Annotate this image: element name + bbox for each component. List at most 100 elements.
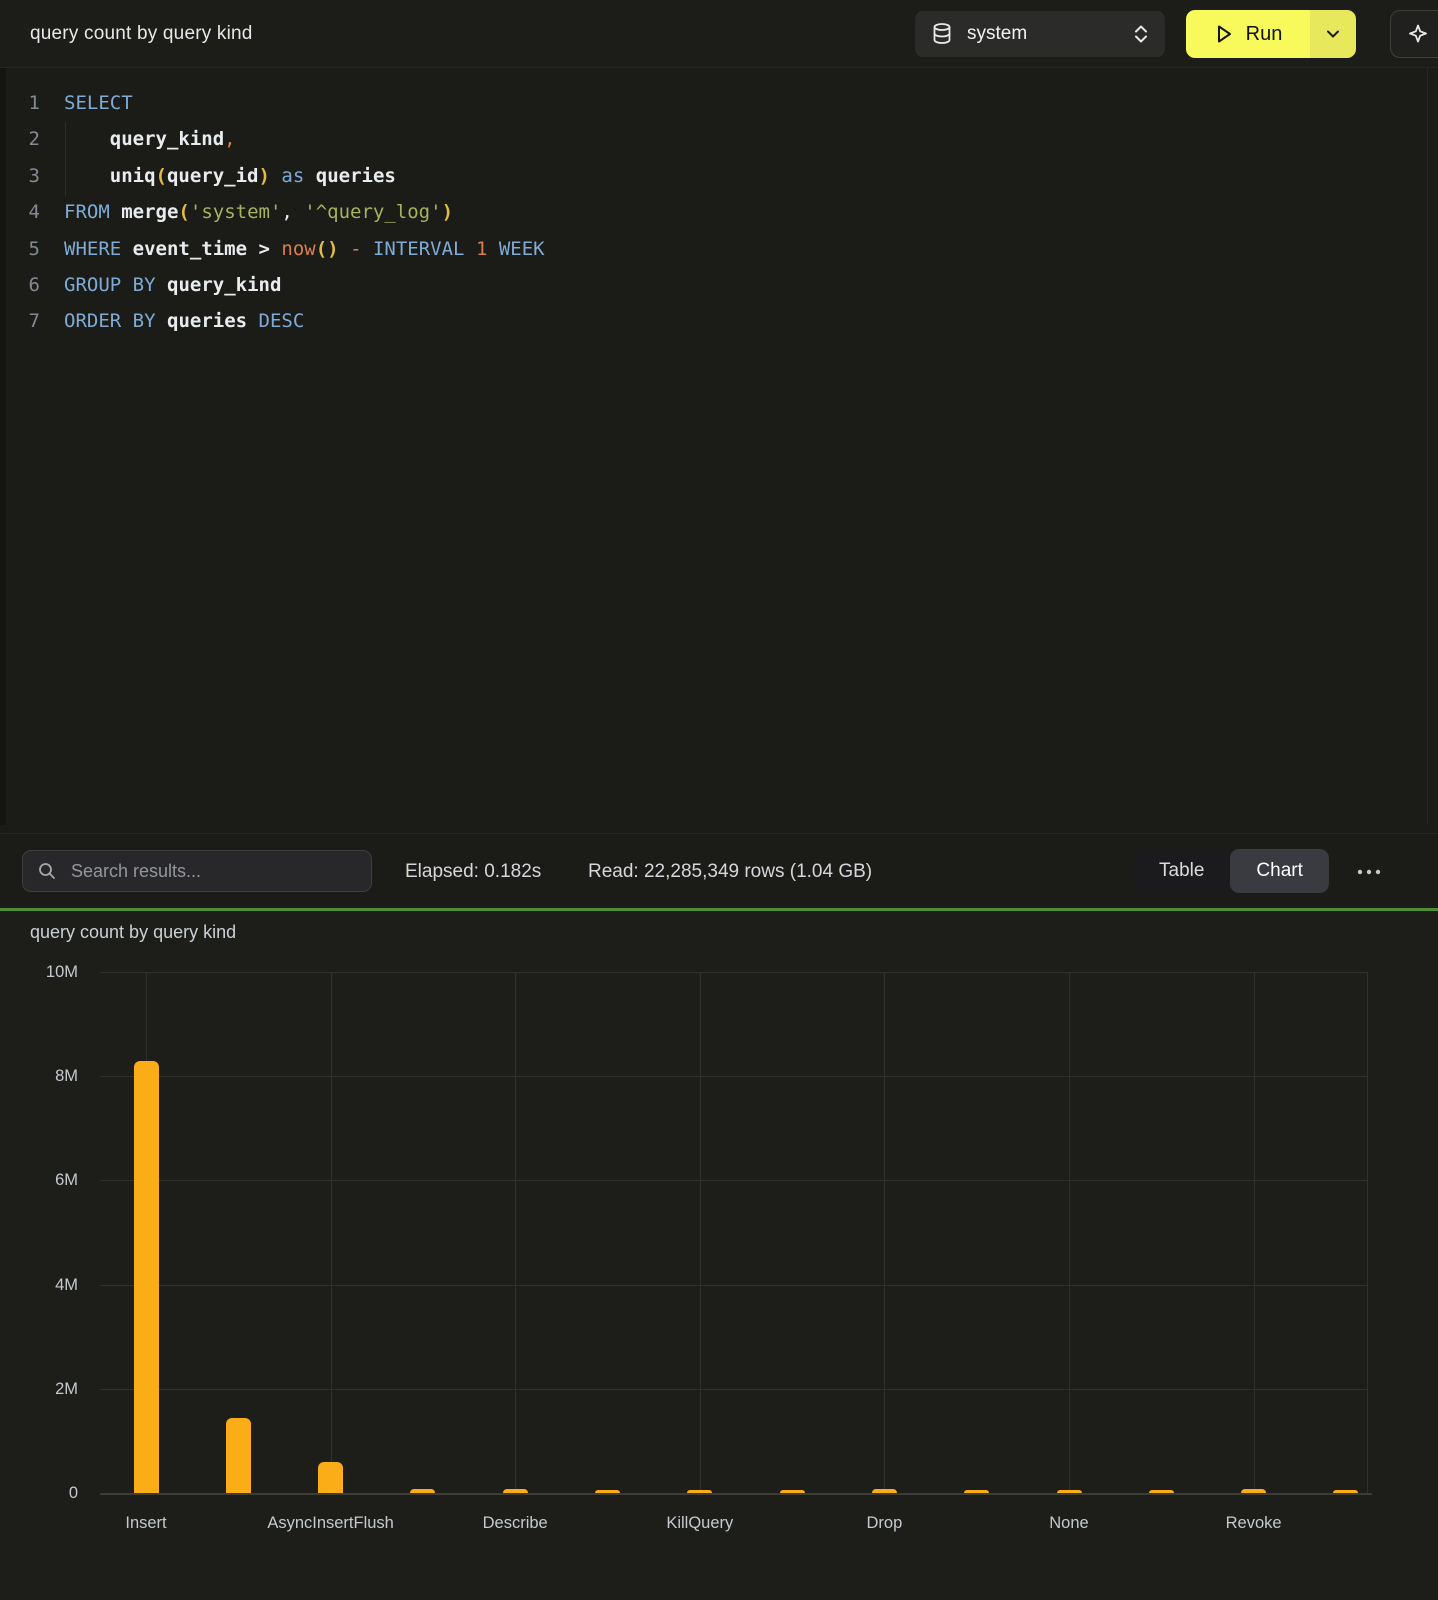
- x-axis-line: [100, 1493, 1372, 1495]
- bar-chart: 02M4M6M8M10MInsertAsyncInsertFlushDescri…: [0, 911, 1438, 1600]
- token-par: (): [316, 238, 339, 260]
- bar-Drop[interactable]: [872, 1489, 897, 1493]
- token-id: queries: [316, 165, 396, 187]
- bar-Revoke[interactable]: [1241, 1489, 1266, 1493]
- gridline-x: [1069, 972, 1070, 1493]
- x-tick-label: KillQuery: [615, 1513, 785, 1533]
- chart-panel: query count by query kind 02M4M6M8M10MIn…: [0, 911, 1438, 1600]
- search-icon: [37, 861, 57, 881]
- token-par: (: [178, 201, 189, 223]
- y-tick-label: 2M: [0, 1379, 78, 1399]
- token-num: 1: [476, 238, 487, 260]
- sparkle-icon: [1407, 22, 1429, 46]
- token-kw: SELECT: [64, 92, 133, 114]
- line-number: 2: [0, 121, 40, 157]
- editor-gutter-strip: [0, 68, 6, 825]
- token-id: merge: [121, 201, 178, 223]
- token-pl: [156, 274, 167, 296]
- code-line: 5WHERE event_time > now() - INTERVAL 1 W…: [0, 231, 1438, 267]
- gridline-y: [100, 972, 1367, 973]
- token-id: event_time: [133, 238, 247, 260]
- x-tick-label: Describe: [430, 1513, 600, 1533]
- code-line: 1 SELECT: [0, 85, 1438, 121]
- bar-unlabeled-13[interactable]: [1333, 1490, 1358, 1493]
- chart-view-button[interactable]: Chart: [1230, 849, 1328, 893]
- token-pl: [362, 238, 373, 260]
- token-pl: [121, 274, 132, 296]
- token-par: (: [156, 165, 167, 187]
- token-pl: [110, 201, 121, 223]
- bar-unlabeled-5[interactable]: [595, 1490, 620, 1493]
- run-options-button[interactable]: [1310, 10, 1356, 58]
- token-kw: INTERVAL: [373, 238, 465, 260]
- token-kw: GROUP: [64, 274, 121, 296]
- editor-scrollbar-track[interactable]: [1427, 68, 1428, 825]
- bar-KillQuery[interactable]: [687, 1490, 712, 1493]
- code-line: 3 uniq(query_id) as queries: [0, 158, 1438, 194]
- ellipsis-icon: [1357, 869, 1381, 875]
- token-pl: [121, 238, 132, 260]
- line-number: 4: [0, 194, 40, 230]
- bar-unlabeled-9[interactable]: [964, 1490, 989, 1493]
- token-pl: [339, 238, 350, 260]
- database-selector-value: system: [967, 23, 1133, 45]
- database-selector[interactable]: system: [915, 11, 1165, 57]
- line-number: 1: [0, 85, 40, 121]
- token-pl: [64, 128, 110, 150]
- token-str: '^query_log': [304, 201, 441, 223]
- y-tick-label: 8M: [0, 1066, 78, 1086]
- bar-Insert[interactable]: [134, 1061, 159, 1493]
- gridline-x: [1254, 972, 1255, 1493]
- chevron-down-icon: [1326, 29, 1340, 39]
- token-pl: [270, 238, 281, 260]
- bar-unlabeled-1[interactable]: [226, 1418, 251, 1493]
- token-kw: FROM: [64, 201, 110, 223]
- token-par: ): [442, 201, 453, 223]
- token-num: ,: [224, 128, 235, 150]
- bar-AsyncInsertFlush[interactable]: [318, 1462, 343, 1493]
- table-view-button[interactable]: Table: [1133, 849, 1230, 893]
- bar-None[interactable]: [1057, 1490, 1082, 1493]
- bar-unlabeled-3[interactable]: [410, 1489, 435, 1493]
- line-number: 5: [0, 231, 40, 267]
- code-line: 2 query_kind,: [0, 121, 1438, 157]
- more-options-button[interactable]: [1352, 860, 1386, 884]
- token-id: query_kind: [110, 128, 224, 150]
- token-kw: WHERE: [64, 238, 121, 260]
- code-line: 6GROUP BY query_kind: [0, 267, 1438, 303]
- token-kw: ORDER: [64, 310, 121, 332]
- token-kw: DESC: [259, 310, 305, 332]
- bar-unlabeled-11[interactable]: [1149, 1490, 1174, 1493]
- play-icon: [1214, 23, 1234, 45]
- run-button-label: Run: [1246, 23, 1283, 46]
- token-pl: [465, 238, 476, 260]
- x-tick-label: AsyncInsertFlush: [246, 1513, 416, 1533]
- ai-assist-button[interactable]: [1390, 10, 1438, 58]
- y-tick-label: 0: [0, 1483, 78, 1503]
- token-pl: ,: [281, 201, 304, 223]
- bar-unlabeled-7[interactable]: [780, 1490, 805, 1493]
- chevron-up-down-icon: [1133, 22, 1149, 46]
- token-kw: WEEK: [499, 238, 545, 260]
- top-bar: query count by query kind system Run: [0, 0, 1438, 68]
- token-pl: [304, 165, 315, 187]
- search-results-input[interactable]: [69, 860, 333, 883]
- y-tick-label: 10M: [0, 962, 78, 982]
- bar-Describe[interactable]: [503, 1489, 528, 1493]
- view-toggle: Table Chart: [1133, 849, 1329, 893]
- results-toolbar: Elapsed: 0.182s Read: 22,285,349 rows (1…: [0, 833, 1438, 908]
- token-kw: BY: [133, 310, 156, 332]
- gridline-x: [331, 972, 332, 1493]
- token-kw: BY: [133, 274, 156, 296]
- run-button[interactable]: Run: [1186, 10, 1310, 58]
- plot-right-border: [1367, 972, 1368, 1493]
- gridline-y: [100, 1389, 1367, 1390]
- token-kw: as: [281, 165, 304, 187]
- token-num: now: [281, 238, 315, 260]
- sql-editor[interactable]: 1SELECT2 query_kind,3 uniq(query_id) as …: [0, 68, 1438, 825]
- indent-guide: [65, 122, 66, 196]
- search-box: [22, 850, 372, 892]
- code-line: 7ORDER BY queries DESC: [0, 303, 1438, 339]
- line-number: 3: [0, 158, 40, 194]
- gridline-x: [884, 972, 885, 1493]
